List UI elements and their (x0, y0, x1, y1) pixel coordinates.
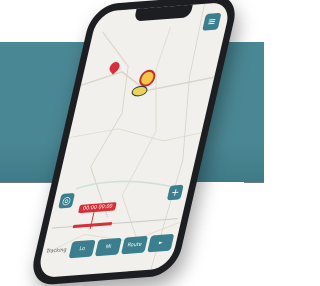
toolbar-button-2[interactable]: Mi (94, 237, 122, 257)
phone-screen: ≡ ◎ + 00:00 00:00 Tracking Lo Mi Route ► (36, 1, 232, 279)
toolbar-label: Tracking (45, 247, 68, 255)
timeline-selected-range[interactable] (72, 222, 113, 229)
phone-body: ≡ ◎ + 00:00 00:00 Tracking Lo Mi Route ► (27, 0, 241, 286)
phone-mockup: ≡ ◎ + 00:00 00:00 Tracking Lo Mi Route ► (27, 0, 280, 286)
toolbar-button-1[interactable]: Lo (68, 239, 96, 259)
toolbar-button-route[interactable]: Route (120, 235, 149, 255)
toolbar-button-play[interactable]: ► (147, 233, 175, 253)
